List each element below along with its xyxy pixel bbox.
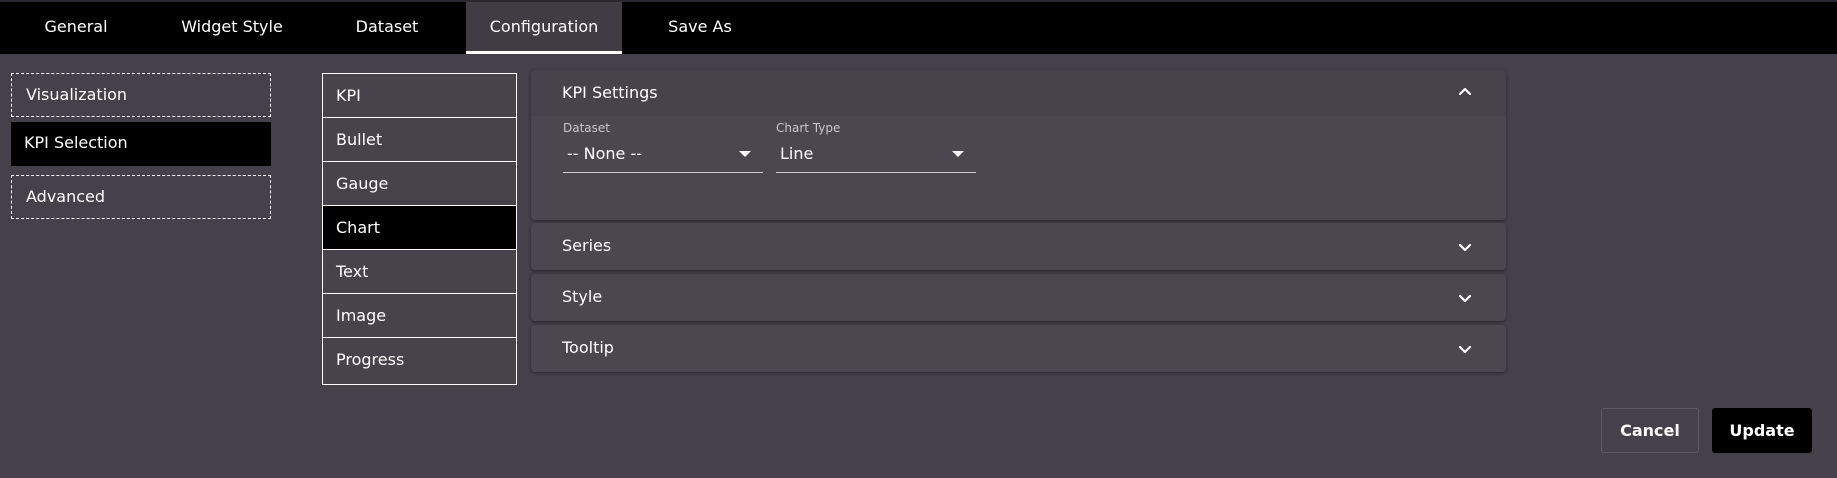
tooltip-panel: Tooltip — [531, 325, 1506, 372]
kpi-type-bullet[interactable]: Bullet — [323, 118, 516, 162]
kpi-type-gauge[interactable]: Gauge — [323, 162, 516, 206]
kpi-type-text[interactable]: Text — [323, 250, 516, 294]
chevron-up-icon — [1458, 87, 1472, 96]
kpi-type-progress[interactable]: Progress — [323, 338, 516, 382]
nav-kpi-selection[interactable]: KPI Selection — [11, 122, 271, 166]
chart-type-value: Line — [780, 144, 814, 163]
kpi-settings-title: KPI Settings — [562, 83, 658, 102]
kpi-type-kpi[interactable]: KPI — [323, 74, 516, 118]
series-title: Series — [562, 236, 612, 255]
dropdown-arrow-icon — [952, 151, 964, 157]
dataset-field: Dataset -- None -- — [563, 120, 763, 173]
chart-type-field: Chart Type Line — [776, 120, 976, 173]
tab-save-as[interactable]: Save As — [654, 2, 746, 54]
tab-widget-style[interactable]: Widget Style — [168, 2, 296, 54]
dataset-value: -- None -- — [567, 144, 643, 163]
series-header[interactable]: Series — [531, 223, 1506, 269]
nav-visualization[interactable]: Visualization — [11, 73, 271, 117]
dropdown-arrow-icon — [739, 151, 751, 157]
tooltip-title: Tooltip — [562, 338, 614, 357]
tab-dataset[interactable]: Dataset — [340, 2, 434, 54]
tab-general[interactable]: General — [27, 2, 125, 54]
chevron-down-icon — [1458, 345, 1472, 354]
chevron-down-icon — [1458, 243, 1472, 252]
update-button[interactable]: Update — [1712, 408, 1812, 453]
style-panel: Style — [531, 274, 1506, 321]
style-header[interactable]: Style — [531, 274, 1506, 320]
dataset-select[interactable]: -- None -- — [563, 136, 763, 173]
kpi-settings-panel: KPI Settings Dataset -- None -- Chart Ty… — [531, 70, 1506, 220]
top-tab-bar: General Widget Style Dataset Configurati… — [0, 0, 1837, 54]
cancel-button[interactable]: Cancel — [1601, 408, 1699, 453]
nav-advanced[interactable]: Advanced — [11, 175, 271, 219]
kpi-type-list: KPI Bullet Gauge Chart Text Image Progre… — [322, 73, 517, 385]
chevron-down-icon — [1458, 294, 1472, 303]
tab-configuration[interactable]: Configuration — [466, 2, 622, 54]
series-panel: Series — [531, 223, 1506, 270]
kpi-type-chart[interactable]: Chart — [323, 206, 516, 250]
chart-type-label: Chart Type — [776, 121, 841, 135]
kpi-type-image[interactable]: Image — [323, 294, 516, 338]
chart-type-select[interactable]: Line — [776, 136, 976, 173]
style-title: Style — [562, 287, 603, 306]
tooltip-header[interactable]: Tooltip — [531, 325, 1506, 371]
kpi-settings-header[interactable]: KPI Settings — [531, 70, 1506, 116]
dataset-label: Dataset — [563, 121, 610, 135]
